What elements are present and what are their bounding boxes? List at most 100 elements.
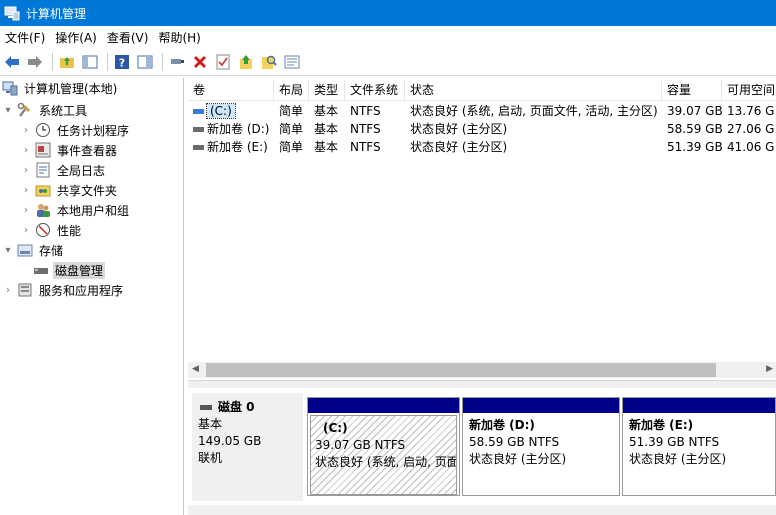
disk-info-panel[interactable]: 磁盘 0 基本 149.05 GB 联机 (192, 393, 303, 501)
disk-name-row: 磁盘 0 (198, 399, 303, 416)
delete-icon[interactable] (190, 52, 210, 72)
chevron-right-icon[interactable]: › (20, 185, 32, 196)
column-header-free-space[interactable]: 可用空间 (722, 80, 776, 101)
disk-size: 149.05 GB (198, 434, 262, 448)
disk-graphical-view: 磁盘 0 基本 149.05 GB 联机 (C:) 39.07 GB NTFS … (188, 388, 776, 515)
shared-folder-icon (35, 182, 51, 198)
menu-file[interactable]: 文件(F) (0, 29, 50, 46)
tree-item-services-apps[interactable]: › 服务和应用程序 (2, 280, 125, 300)
horizontal-scrollbar[interactable]: ◀ ▶ (188, 362, 776, 378)
details-icon[interactable] (282, 52, 302, 72)
status-cell: 状态良好 (主分区) (410, 122, 508, 136)
event-viewer-icon (35, 142, 51, 158)
partition-status: 状态良好 (系统, 启动, 页面 (315, 455, 457, 469)
tree-item-event-viewer[interactable]: › 事件查看器 (20, 140, 119, 160)
disk-icon (200, 405, 212, 410)
table-row[interactable]: 新加卷 (D:) 简单 基本 NTFS 状态良好 (主分区) 58.59 GB … (188, 120, 776, 138)
tree-item-system-tools[interactable]: ▾ 系统工具 (2, 100, 89, 120)
tree-item-task-scheduler[interactable]: › 任务计划程序 (20, 120, 131, 140)
back-icon[interactable] (2, 52, 22, 72)
tree-label-system-tools: 系统工具 (39, 103, 88, 118)
capacity-cell: 51.39 GB (667, 140, 722, 154)
volume-icon (193, 145, 204, 150)
chevron-down-icon[interactable]: ▾ (2, 245, 14, 256)
menu-action[interactable]: 操作(A) (50, 29, 102, 46)
partition-c[interactable]: (C:) 39.07 GB NTFS 状态良好 (系统, 启动, 页面 (307, 397, 460, 496)
window-title: 计算机管理 (26, 6, 87, 21)
navigation-tree: 计算机管理(本地) ▾ 系统工具 › 任务计划程序 › 事件查看器 › 全局日志… (0, 78, 184, 515)
partition-body: (C:) 39.07 GB NTFS 状态良好 (系统, 启动, 页面 (310, 415, 457, 495)
chevron-down-icon[interactable]: ▾ (2, 105, 14, 116)
tree-label-global-log: 全局日志 (57, 163, 106, 178)
folder-up-icon[interactable] (57, 52, 77, 72)
toolbar: ? (0, 48, 776, 76)
column-header-type[interactable]: 类型 (309, 80, 345, 101)
table-row[interactable]: (C:) 简单 基本 NTFS 状态良好 (系统, 启动, 页面文件, 活动, … (188, 102, 776, 120)
connect-icon[interactable] (167, 52, 187, 72)
column-header-status[interactable]: 状态 (405, 80, 662, 101)
tree-item-shared-folders[interactable]: › 共享文件夹 (20, 180, 119, 200)
tree-item-disk-management[interactable]: 磁盘管理 (33, 260, 106, 280)
services-icon (17, 282, 33, 298)
partition-e[interactable]: 新加卷 (E:) 51.39 GB NTFS 状态良好 (主分区) (622, 397, 776, 496)
free-space-cell: 27.06 G (727, 122, 775, 136)
chevron-right-icon[interactable]: › (20, 225, 32, 236)
tools-icon (17, 102, 33, 118)
column-header-layout[interactable]: 布局 (274, 80, 309, 101)
menu-view[interactable]: 查看(V) (102, 29, 154, 46)
column-header-volume[interactable]: 卷 (188, 80, 274, 101)
disk-icon (33, 262, 49, 278)
disk-state: 联机 (198, 451, 223, 465)
tree-label-performance: 性能 (57, 223, 82, 238)
capacity-cell: 39.07 GB (667, 104, 722, 118)
tree-label-disk-management: 磁盘管理 (53, 261, 106, 279)
partition-bar (308, 398, 459, 413)
tree-label-event-viewer: 事件查看器 (57, 143, 118, 158)
properties-view-icon[interactable] (135, 52, 155, 72)
scrollbar-thumb[interactable] (206, 363, 716, 377)
toolbar-separator (107, 52, 108, 71)
column-header-filesystem[interactable]: 文件系统 (345, 80, 405, 101)
chevron-right-icon[interactable]: › (20, 145, 32, 156)
partition-size: 39.07 GB NTFS (315, 438, 406, 452)
tree-item-storage[interactable]: ▾ 存储 (2, 240, 65, 260)
chevron-right-icon[interactable]: › (2, 285, 14, 296)
tree-item-global-log[interactable]: › 全局日志 (20, 160, 107, 180)
column-header-capacity[interactable]: 容量 (662, 80, 722, 101)
status-cell: 状态良好 (主分区) (410, 140, 508, 154)
menu-help[interactable]: 帮助(H) (153, 29, 205, 46)
type-cell: 基本 (314, 104, 339, 118)
partition-size: 58.59 GB NTFS (469, 435, 560, 449)
partition-status: 状态良好 (主分区) (469, 452, 567, 466)
partition-bar (463, 398, 619, 413)
chevron-right-icon[interactable]: › (20, 205, 32, 216)
tree-item-performance[interactable]: › 性能 (20, 220, 83, 240)
up-arrow-icon[interactable] (236, 52, 256, 72)
scroll-left-icon[interactable]: ◀ (192, 364, 199, 374)
tree-label-root: 计算机管理(本地) (24, 81, 118, 96)
show-hide-tree-icon[interactable] (80, 52, 100, 72)
type-cell: 基本 (314, 122, 339, 136)
help-icon[interactable]: ? (112, 52, 132, 72)
layout-cell: 简单 (279, 122, 304, 136)
search-icon[interactable] (259, 52, 279, 72)
tree-item-root[interactable]: 计算机管理(本地) (2, 78, 119, 98)
status-bar (188, 505, 776, 515)
chevron-right-icon[interactable]: › (20, 165, 32, 176)
chevron-right-icon[interactable]: › (20, 125, 32, 136)
pane-splitter[interactable] (188, 380, 776, 388)
check-icon[interactable] (213, 52, 233, 72)
layout-cell: 简单 (279, 104, 304, 118)
table-row[interactable]: 新加卷 (E:) 简单 基本 NTFS 状态良好 (主分区) 51.39 GB … (188, 138, 776, 156)
tree-item-local-users[interactable]: › 本地用户和组 (20, 200, 131, 220)
tree-label-services-apps: 服务和应用程序 (39, 283, 124, 298)
log-icon (35, 162, 51, 178)
volume-list-header: 卷 布局 类型 文件系统 状态 容量 可用空间 (188, 80, 776, 101)
forward-icon[interactable] (25, 52, 45, 72)
free-space-cell: 13.76 G (727, 104, 775, 118)
partition-body: 新加卷 (E:) 51.39 GB NTFS 状态良好 (主分区) (623, 413, 775, 493)
partition-d[interactable]: 新加卷 (D:) 58.59 GB NTFS 状态良好 (主分区) (462, 397, 620, 496)
volume-cell: 新加卷 (D:) (188, 120, 274, 138)
filesystem-cell: NTFS (350, 140, 381, 154)
scroll-right-icon[interactable]: ▶ (766, 364, 773, 374)
